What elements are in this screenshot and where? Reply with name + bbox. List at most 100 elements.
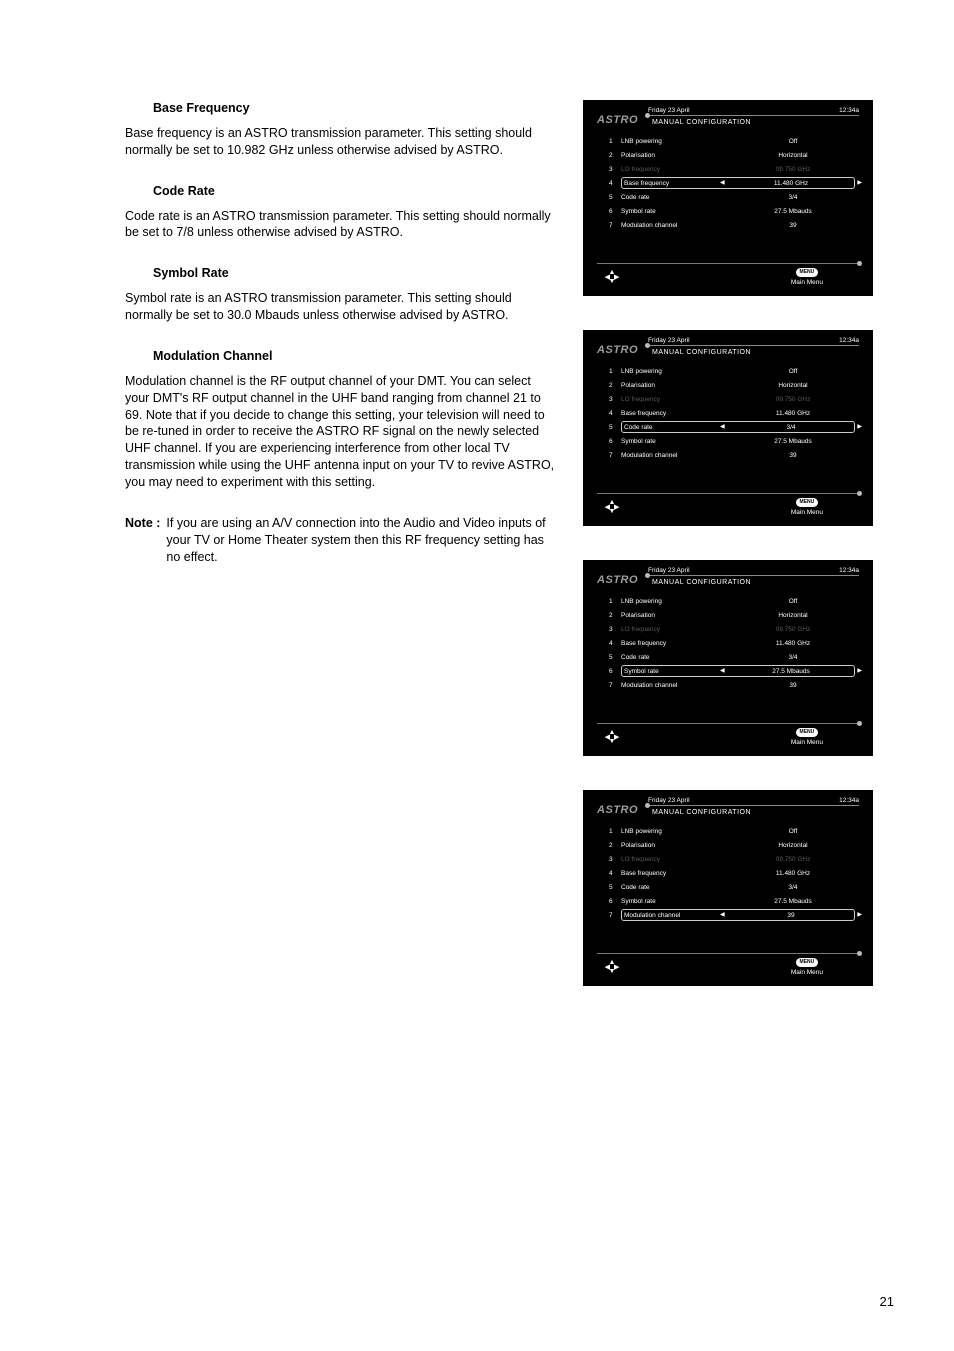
row-index: 5 bbox=[609, 654, 621, 661]
row-value: ◀ 27.5 Mbauds ▶ bbox=[730, 668, 852, 675]
menu-row-selected[interactable]: 6 Symbol rate ◀ 27.5 Mbauds ▶ bbox=[609, 664, 855, 678]
row-value: 3/4 bbox=[731, 884, 855, 891]
row-value: 11.480 GHz bbox=[731, 410, 855, 417]
triangle-left-icon[interactable]: ◀ bbox=[720, 668, 725, 674]
menu-row[interactable]: 2 Polarisation Horizontal bbox=[609, 838, 855, 852]
heading-code-rate: Code Rate bbox=[125, 183, 555, 200]
menu-row[interactable]: 2 Polarisation Horizontal bbox=[609, 148, 855, 162]
triangle-left-icon[interactable]: ◀ bbox=[720, 424, 725, 430]
row-label: Polarisation bbox=[621, 612, 731, 619]
menu-row[interactable]: 3 LO frequency 09.750 GHz bbox=[609, 622, 855, 636]
row-index: 1 bbox=[609, 138, 621, 145]
triangle-left-icon[interactable]: ◀ bbox=[720, 912, 725, 918]
row-value: 39 bbox=[731, 682, 855, 689]
screen-time: 12:34a bbox=[839, 107, 859, 114]
triangle-right-icon[interactable]: ▶ bbox=[857, 424, 862, 430]
row-value: Off bbox=[731, 368, 855, 375]
row-index: 4 bbox=[609, 640, 621, 647]
menu-row-selected[interactable]: 5 Code rate ◀ 3/4 ▶ bbox=[609, 420, 855, 434]
row-label: Code rate bbox=[621, 194, 731, 201]
divider bbox=[648, 115, 859, 116]
row-index: 7 bbox=[609, 682, 621, 689]
row-index: 5 bbox=[609, 194, 621, 201]
menu-row[interactable]: 1 LNB powering Off bbox=[609, 824, 855, 838]
menu-row[interactable]: 6 Symbol rate 27.5 Mbauds bbox=[609, 894, 855, 908]
row-label: Code rate bbox=[624, 424, 730, 431]
row-index: 3 bbox=[609, 856, 621, 863]
row-value: Horizontal bbox=[731, 842, 855, 849]
row-label: Symbol rate bbox=[621, 208, 731, 215]
screen-date: Friday 23 April bbox=[648, 337, 690, 344]
triangle-right-icon[interactable]: ▶ bbox=[857, 668, 862, 674]
row-value: 39 bbox=[731, 452, 855, 459]
menu-row[interactable]: 6 Symbol rate 27.5 Mbauds bbox=[609, 204, 855, 218]
row-index: 2 bbox=[609, 612, 621, 619]
heading-symbol-rate: Symbol Rate bbox=[125, 265, 555, 282]
nav-arrows-icon: ▲◀ ▶▼ bbox=[603, 731, 621, 744]
divider bbox=[648, 805, 859, 806]
divider bbox=[597, 723, 859, 724]
row-index: 6 bbox=[609, 898, 621, 905]
row-label: LNB powering bbox=[621, 368, 731, 375]
triangle-left-icon[interactable]: ◀ bbox=[720, 180, 725, 186]
astro-screen-2: ASTRO Friday 23 April 12:34a MANUAL CONF… bbox=[583, 330, 873, 526]
nav-arrows-icon: ▲◀ ▶▼ bbox=[603, 271, 621, 284]
nav-arrows-icon: ▲◀ ▶▼ bbox=[603, 501, 621, 514]
row-value: 27.5 Mbauds bbox=[731, 898, 855, 905]
menu-row[interactable]: 5 Code rate 3/4 bbox=[609, 650, 855, 664]
menu-row-selected[interactable]: 7 Modulation channel ◀ 39 ▶ bbox=[609, 908, 855, 922]
menu-row[interactable]: 6 Symbol rate 27.5 Mbauds bbox=[609, 434, 855, 448]
row-value: 09.750 GHz bbox=[731, 166, 855, 173]
menu-row[interactable]: 2 Polarisation Horizontal bbox=[609, 378, 855, 392]
row-label: Modulation channel bbox=[621, 452, 731, 459]
paragraph: Code rate is an ASTRO transmission param… bbox=[125, 208, 555, 242]
main-menu-label: Main Menu bbox=[791, 969, 823, 976]
menu-row[interactable]: 4 Base frequency 11.480 GHz bbox=[609, 406, 855, 420]
menu-row[interactable]: 3 LO frequency 09.750 GHz bbox=[609, 392, 855, 406]
menu-row[interactable]: 7 Modulation channel 39 bbox=[609, 678, 855, 692]
row-value: 09.750 GHz bbox=[731, 856, 855, 863]
menu-button-icon: MENU bbox=[796, 498, 818, 507]
row-index: 7 bbox=[609, 222, 621, 229]
triangle-right-icon[interactable]: ▶ bbox=[857, 180, 862, 186]
row-value: ◀ 39 ▶ bbox=[730, 912, 852, 919]
menu-row[interactable]: 4 Base frequency 11.480 GHz bbox=[609, 866, 855, 880]
menu-row[interactable]: 3 LO frequency 09.750 GHz bbox=[609, 852, 855, 866]
row-index: 1 bbox=[609, 368, 621, 375]
paragraph: Symbol rate is an ASTRO transmission par… bbox=[125, 290, 555, 324]
triangle-right-icon[interactable]: ▶ bbox=[857, 912, 862, 918]
main-menu-label: Main Menu bbox=[791, 509, 823, 516]
menu-row[interactable]: 1 LNB powering Off bbox=[609, 134, 855, 148]
menu-button-icon: MENU bbox=[796, 268, 818, 277]
menu-row[interactable]: 3 LO frequency 09.750 GHz bbox=[609, 162, 855, 176]
menu-row[interactable]: 4 Base frequency 11.480 GHz bbox=[609, 636, 855, 650]
heading-base-frequency: Base Frequency bbox=[125, 100, 555, 117]
divider bbox=[597, 263, 859, 264]
row-value: 11.480 GHz bbox=[731, 640, 855, 647]
menu-row[interactable]: 2 Polarisation Horizontal bbox=[609, 608, 855, 622]
divider bbox=[648, 345, 859, 346]
row-index: 4 bbox=[609, 870, 621, 877]
menu-row-selected[interactable]: 4 Base frequency ◀ 11.480 GHz ▶ bbox=[609, 176, 855, 190]
menu-row[interactable]: 5 Code rate 3/4 bbox=[609, 880, 855, 894]
main-menu-hint: MENU Main Menu bbox=[791, 498, 823, 516]
row-value: 27.5 Mbauds bbox=[731, 208, 855, 215]
menu-row[interactable]: 7 Modulation channel 39 bbox=[609, 448, 855, 462]
menu-row[interactable]: 5 Code rate 3/4 bbox=[609, 190, 855, 204]
menu-row[interactable]: 1 LNB powering Off bbox=[609, 594, 855, 608]
screen-time: 12:34a bbox=[839, 337, 859, 344]
screenshots-column: ASTRO Friday 23 April 12:34a MANUAL CONF… bbox=[583, 100, 873, 986]
row-label: Base frequency bbox=[621, 870, 731, 877]
menu-list: 1 LNB powering Off 2 Polarisation Horizo… bbox=[583, 816, 873, 922]
row-value: 11.480 GHz bbox=[731, 870, 855, 877]
main-menu-hint: MENU Main Menu bbox=[791, 728, 823, 746]
paragraph: Base frequency is an ASTRO transmission … bbox=[125, 125, 555, 159]
row-label: Modulation channel bbox=[624, 912, 730, 919]
row-label: LO frequency bbox=[621, 396, 731, 403]
note-block: Note : If you are using an A/V connectio… bbox=[125, 515, 555, 566]
nav-arrows-icon: ▲◀ ▶▼ bbox=[603, 961, 621, 974]
row-index: 3 bbox=[609, 166, 621, 173]
screen-date: Friday 23 April bbox=[648, 797, 690, 804]
menu-row[interactable]: 1 LNB powering Off bbox=[609, 364, 855, 378]
menu-row[interactable]: 7 Modulation channel 39 bbox=[609, 218, 855, 232]
